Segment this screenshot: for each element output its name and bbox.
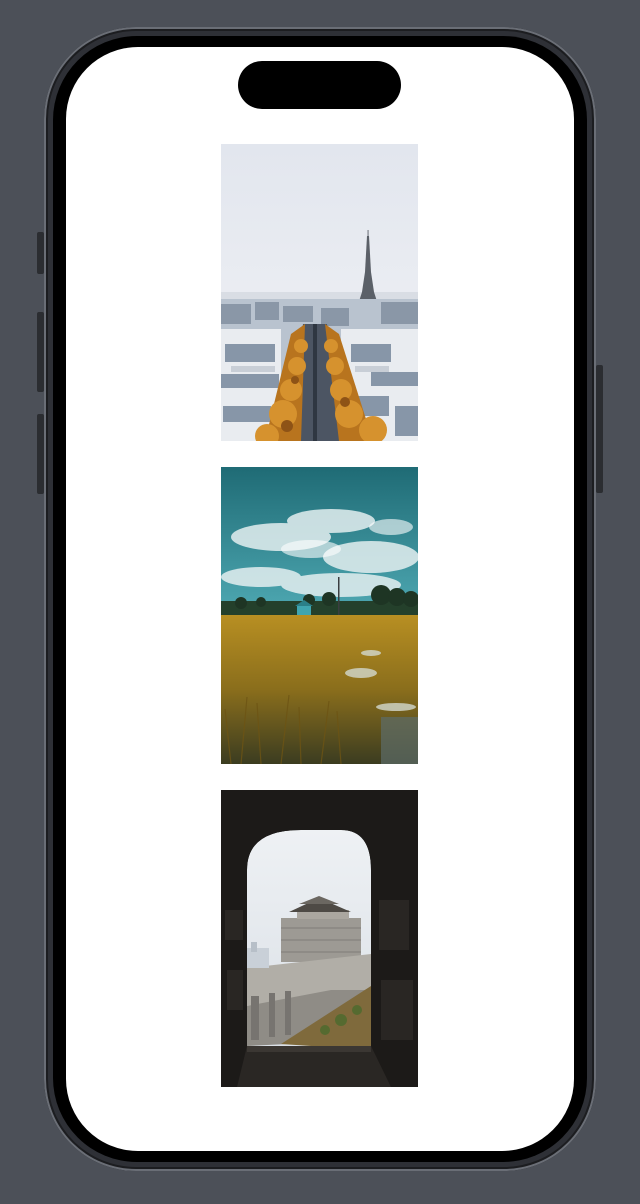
gallery-photo-paris[interactable] bbox=[221, 144, 418, 441]
gallery-photo-archway[interactable] bbox=[221, 790, 418, 1087]
dynamic-island bbox=[238, 61, 401, 109]
volume-down-button bbox=[37, 414, 44, 494]
power-button bbox=[596, 365, 603, 493]
phone-screen bbox=[66, 47, 574, 1151]
gallery-photo-field[interactable] bbox=[221, 467, 418, 764]
simulator-background bbox=[0, 0, 640, 1204]
volume-up-button bbox=[37, 312, 44, 392]
action-button bbox=[37, 232, 44, 274]
